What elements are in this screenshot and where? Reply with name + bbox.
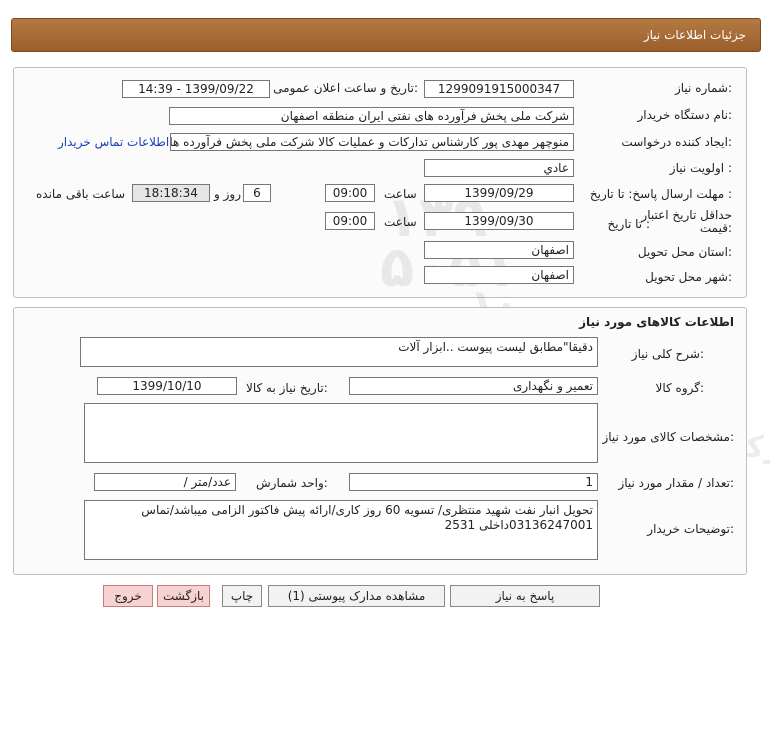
need-number-label: شماره نیاز: — [674, 81, 732, 95]
days-label: روز و — [214, 187, 241, 201]
province-field: اصفهان — [424, 241, 574, 259]
validity-time-label: ساعت — [384, 215, 417, 229]
quantity-label: تعداد / مقدار مورد نیاز: — [618, 476, 734, 490]
page-header: جزئیات اطلاعات نیاز — [11, 18, 761, 52]
goods-group-field: تعمیر و نگهداری — [349, 377, 598, 395]
reply-date-field: 1399/09/29 — [424, 184, 574, 202]
buyer-org-field: شرکت ملی پخش فرآورده های نفتی ایران منطق… — [169, 107, 574, 125]
validity-time-field: 09:00 — [325, 212, 375, 230]
goods-group-label: گروه کالا: — [655, 381, 705, 395]
print-button[interactable]: چاپ — [222, 585, 262, 607]
creator-label: ایجاد کننده درخواست: — [621, 135, 732, 149]
creator-field: منوچهر مهدی پور کارشناس تدارکات و عملیات… — [170, 133, 574, 151]
days-field: 6 — [243, 184, 271, 202]
need-date-label: تاریخ نیاز به کالا: — [246, 381, 328, 395]
remaining-time-field: 18:18:34 — [132, 184, 210, 202]
priority-field: عادي — [424, 159, 574, 177]
quantity-field: 1 — [349, 473, 598, 491]
exit-button[interactable]: خروج — [103, 585, 153, 607]
city-label: شهر محل تحویل: — [645, 270, 732, 284]
need-date-field: 1399/10/10 — [97, 377, 237, 395]
need-info-panel — [13, 67, 747, 298]
buyer-contact-link[interactable]: اطلاعات تماس خریدار — [58, 135, 169, 149]
need-desc-field: دقیقا"مطابق لیست پیوست ..ابزار آلات — [80, 337, 598, 367]
buyer-org-label: نام دستگاه خریدار: — [637, 108, 733, 122]
validity-date-field: 1399/09/30 — [424, 212, 574, 230]
unit-field: عدد/متر / — [94, 473, 236, 491]
validity-to-label: تا تاریخ : — [607, 217, 650, 231]
back-button[interactable]: بازگشت — [157, 585, 210, 607]
reply-button[interactable]: پاسخ به نیاز — [450, 585, 600, 607]
announce-field: 1399/09/22 - 14:39 — [122, 80, 270, 98]
goods-section-title: اطلاعات کالاهای مورد نیاز — [579, 315, 734, 329]
goods-specs-label: مشخصات کالای مورد نیاز: — [602, 430, 734, 444]
reply-deadline-label: مهلت ارسال پاسخ: تا تاریخ : — [589, 187, 732, 201]
goods-specs-field — [84, 403, 598, 463]
need-desc-label: شرح کلی نیاز: — [631, 347, 704, 361]
buyer-notes-label: توضیحات خریدار: — [647, 522, 734, 536]
city-field: اصفهان — [424, 266, 574, 284]
need-number-field: 1299091915000347 — [424, 80, 574, 98]
priority-label: اولویت نیاز : — [669, 161, 732, 175]
reply-time-field: 09:00 — [325, 184, 375, 202]
announce-label: تاریخ و ساعت اعلان عمومی: — [273, 81, 418, 95]
province-label: استان محل تحویل: — [637, 245, 732, 259]
view-documents-button[interactable]: مشاهده مدارک پیوستی (1) — [268, 585, 445, 607]
remaining-label: ساعت باقی مانده — [36, 187, 126, 201]
unit-label: واحد شمارش: — [256, 476, 328, 490]
buyer-notes-field: تحویل انبار نفت شهید منتظری/ تسویه 60 رو… — [84, 500, 598, 560]
reply-time-label: ساعت — [384, 187, 417, 201]
page-title: جزئیات اطلاعات نیاز — [643, 28, 746, 42]
